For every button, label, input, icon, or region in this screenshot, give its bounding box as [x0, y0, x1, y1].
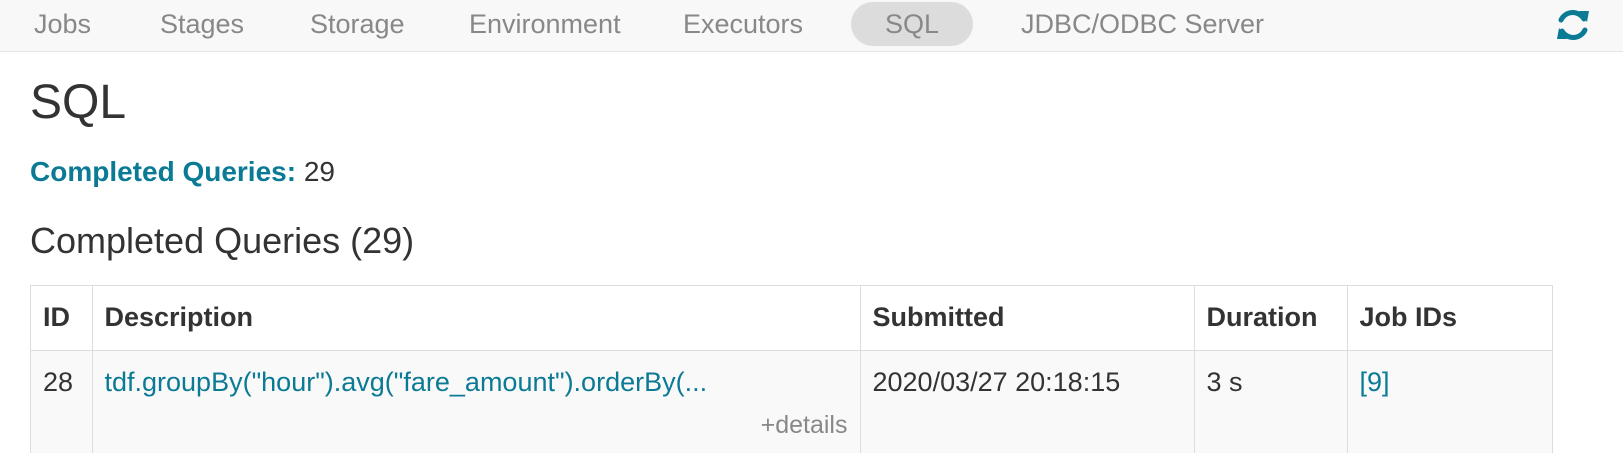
- query-description-cell: tdf.groupBy("hour").avg("fare_amount").o…: [92, 350, 861, 453]
- column-header-id[interactable]: ID: [31, 286, 93, 351]
- completed-queries-count: 29: [303, 156, 335, 187]
- completed-queries-link[interactable]: Completed Queries:: [30, 156, 296, 187]
- column-header-submitted[interactable]: Submitted: [860, 286, 1195, 351]
- details-toggle[interactable]: +details: [761, 411, 848, 440]
- column-header-duration[interactable]: Duration: [1194, 286, 1348, 351]
- column-header-job-ids[interactable]: Job IDs: [1347, 286, 1552, 351]
- completed-queries-table: ID Description Submitted Duration Job ID…: [30, 285, 1553, 453]
- table-row: 28 tdf.groupBy("hour").avg("fare_amount"…: [31, 350, 1552, 453]
- query-job-ids-cell: [9]: [1347, 350, 1552, 453]
- tab-storage[interactable]: Storage: [310, 2, 405, 46]
- completed-queries-summary: Completed Queries: 29: [30, 154, 335, 190]
- query-submitted: 2020/03/27 20:18:15: [860, 350, 1195, 453]
- tab-environment[interactable]: Environment: [469, 2, 621, 46]
- tab-jdbc-odbc-server[interactable]: JDBC/ODBC Server: [1021, 2, 1264, 46]
- query-duration: 3 s: [1194, 350, 1348, 453]
- column-header-description[interactable]: Description: [92, 286, 861, 351]
- tab-stages[interactable]: Stages: [160, 2, 244, 46]
- query-description-link[interactable]: tdf.groupBy("hour").avg("fare_amount").o…: [105, 367, 708, 397]
- tab-sql[interactable]: SQL: [851, 2, 974, 46]
- top-navbar: Jobs Stages Storage Environment Executor…: [0, 0, 1623, 52]
- tab-jobs[interactable]: Jobs: [34, 2, 91, 46]
- query-id: 28: [31, 350, 93, 453]
- table-header-row: ID Description Submitted Duration Job ID…: [31, 286, 1552, 351]
- job-id-link[interactable]: [9]: [1360, 367, 1390, 397]
- tab-executors[interactable]: Executors: [683, 2, 803, 46]
- refresh-icon[interactable]: [1553, 5, 1593, 45]
- page-title: SQL: [30, 76, 127, 129]
- completed-queries-heading[interactable]: Completed Queries (29): [30, 218, 414, 264]
